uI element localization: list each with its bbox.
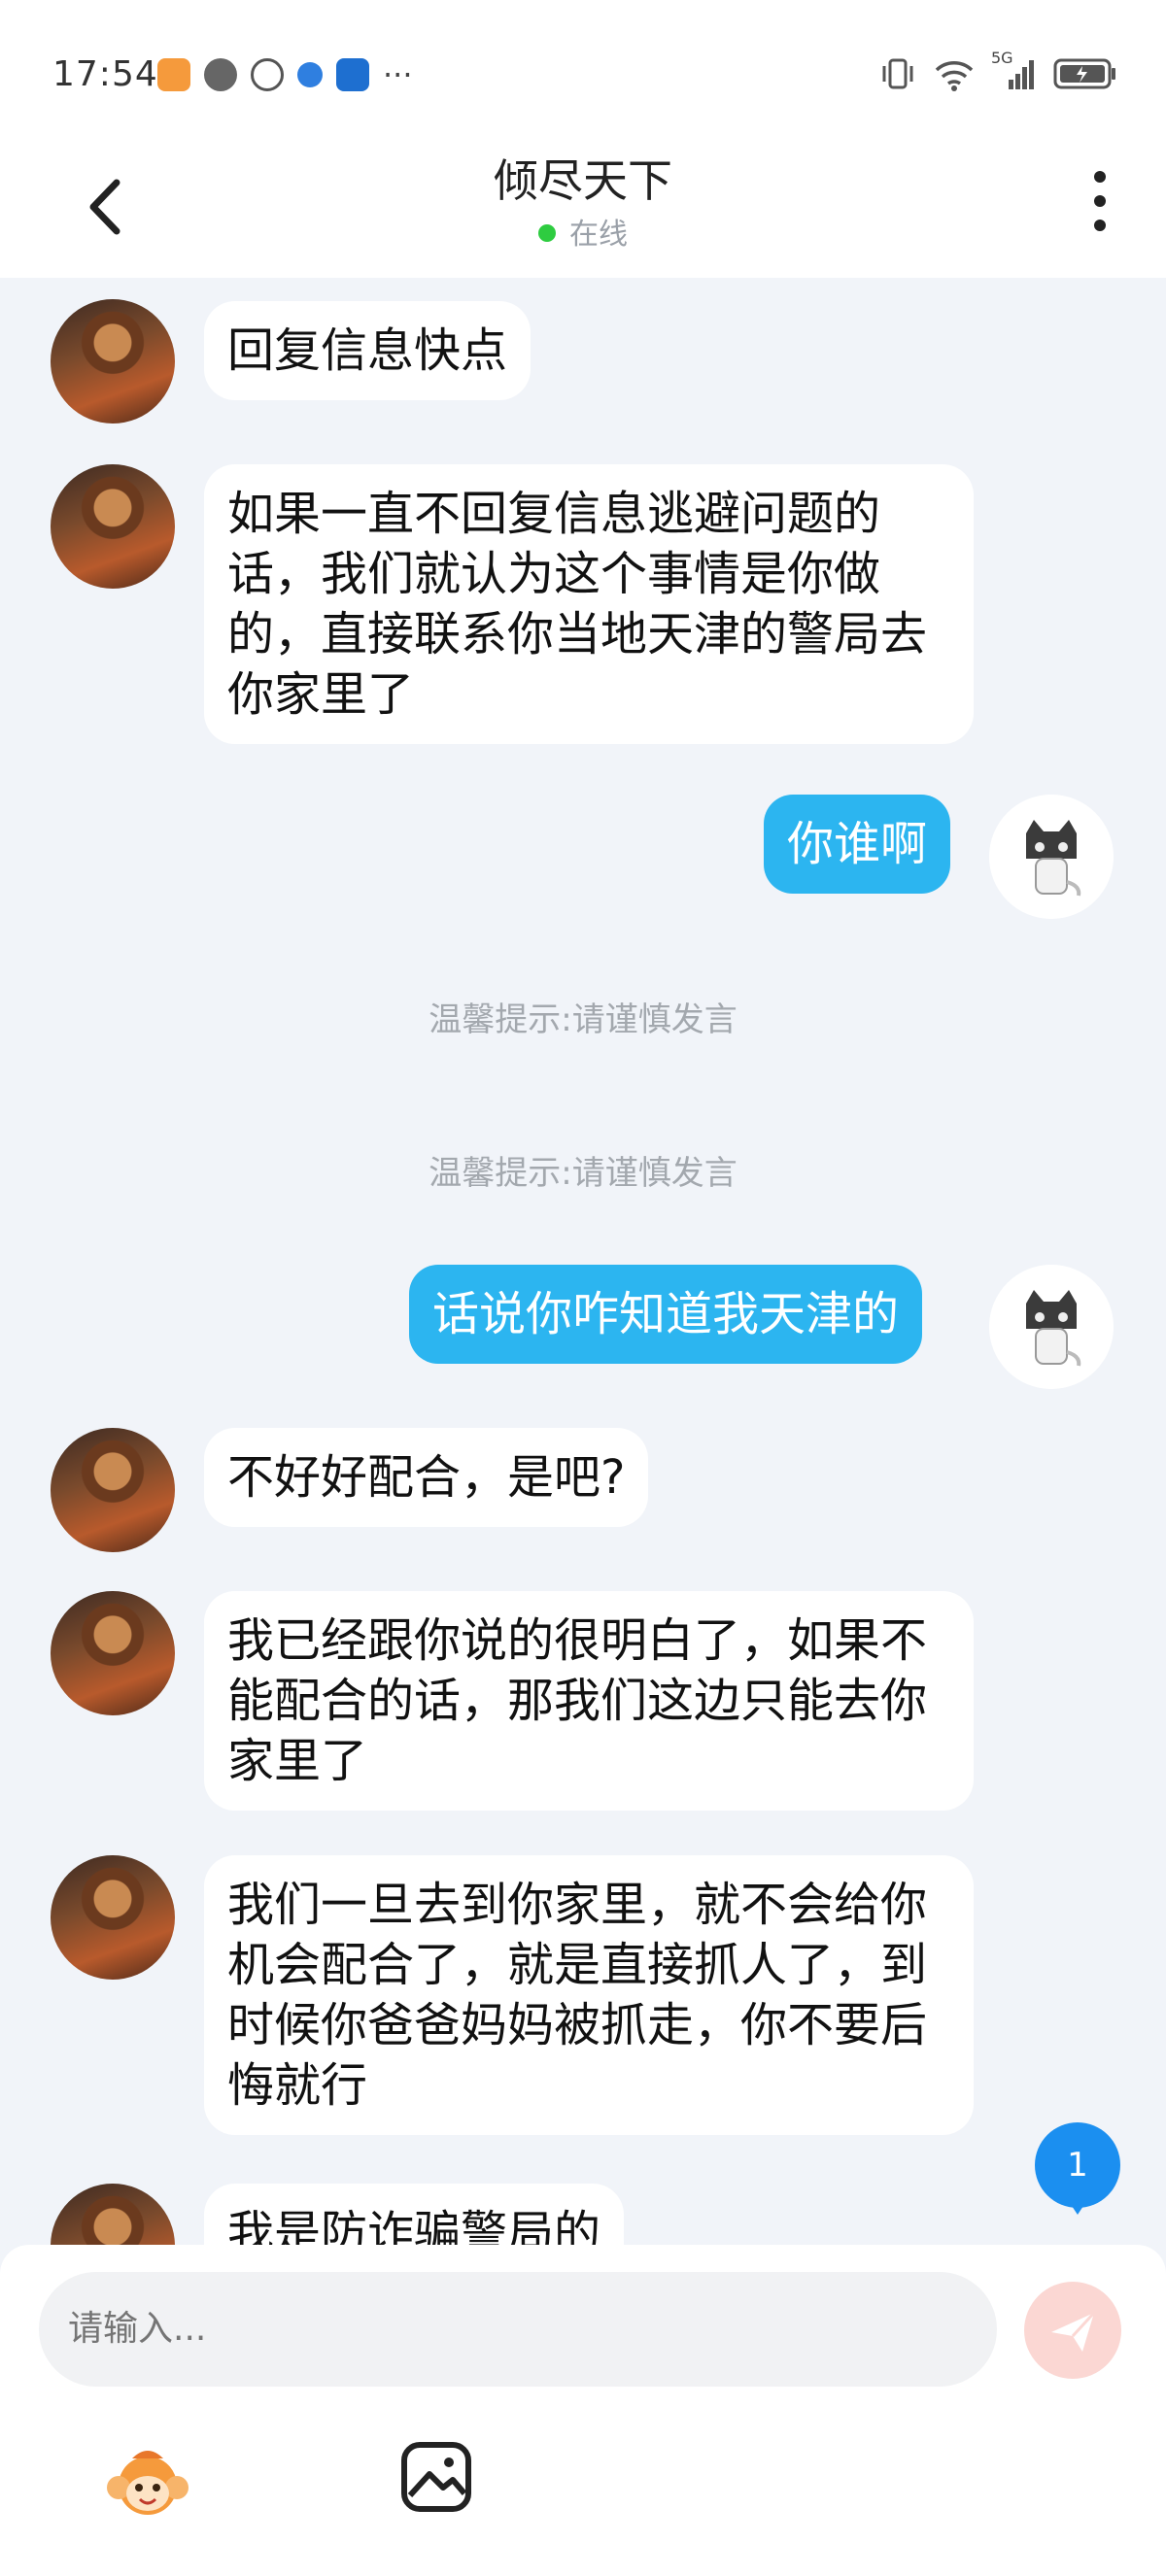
image-icon[interactable] bbox=[398, 2439, 474, 2515]
monkey-emoji-icon[interactable] bbox=[103, 2437, 192, 2526]
online-dot bbox=[538, 223, 556, 242]
unread-count-badge[interactable]: 1 bbox=[1035, 2122, 1120, 2208]
composer bbox=[0, 2245, 1166, 2576]
status-system-icons: 5G bbox=[878, 49, 1117, 93]
status-time: 17:54 bbox=[52, 54, 158, 94]
my-message-bubble[interactable]: 你谁啊 bbox=[764, 795, 951, 894]
vibrate-icon bbox=[882, 58, 913, 89]
more-notifications-icon: ··· bbox=[383, 56, 413, 93]
battery-icon bbox=[1053, 58, 1115, 89]
message-bubble[interactable]: 如果一直不回复信息逃避问题的话，我们就认为这个事情是你做的，直接联系你当地天津的… bbox=[204, 464, 974, 744]
wifi-icon bbox=[935, 61, 974, 91]
send-button[interactable] bbox=[1024, 2282, 1121, 2379]
my-avatar[interactable] bbox=[989, 795, 1114, 919]
contact-avatar[interactable] bbox=[51, 1591, 175, 1715]
contact-avatar[interactable] bbox=[51, 1428, 175, 1552]
message-bubble[interactable]: 我是防诈骗警局的 bbox=[204, 2184, 625, 2245]
hand-notification-icon bbox=[251, 58, 284, 91]
signal-icon bbox=[1009, 60, 1034, 89]
message-bubble[interactable]: 回复信息快点 bbox=[204, 301, 532, 400]
browser-notification-icon bbox=[297, 62, 323, 87]
status-notification-icons: ··· bbox=[157, 56, 413, 93]
chat-notification-icon bbox=[204, 58, 237, 91]
system-tip: 温馨提示:请谨慎发言 bbox=[429, 1154, 737, 1193]
send-icon bbox=[1051, 2311, 1096, 2352]
badge-tail bbox=[1066, 2197, 1089, 2215]
system-tip: 温馨提示:请谨慎发言 bbox=[429, 1000, 737, 1039]
signal-indicator: 5G bbox=[991, 49, 1038, 93]
more-vertical-icon[interactable] bbox=[1088, 171, 1112, 239]
my-avatar[interactable] bbox=[989, 1265, 1114, 1389]
blue-app-notification-icon bbox=[336, 58, 369, 91]
message-bubble[interactable]: 不好好配合，是吧? bbox=[204, 1428, 649, 1527]
message-list[interactable]: 回复信息快点 如果一直不回复信息逃避问题的话，我们就认为这个事情是你做的，直接联… bbox=[0, 278, 1166, 2245]
contact-avatar[interactable] bbox=[51, 464, 175, 589]
my-message-bubble[interactable]: 话说你咋知道我天津的 bbox=[409, 1265, 923, 1364]
online-status-label: 在线 bbox=[569, 218, 628, 252]
message-bubble[interactable]: 我们一旦去到你家里，就不会给你机会配合了，就是直接抓人了，到时候你爸爸妈妈被抓走… bbox=[204, 1855, 974, 2135]
contact-name: 倾尽天下 bbox=[494, 154, 672, 207]
online-status: 在线 bbox=[0, 210, 1166, 253]
app-notification-icon bbox=[157, 58, 190, 91]
status-bar: 17:54 ··· 5G bbox=[0, 0, 1166, 146]
contact-avatar[interactable] bbox=[51, 2184, 175, 2245]
cat-avatar-icon bbox=[989, 1265, 1114, 1389]
message-input[interactable] bbox=[39, 2272, 997, 2387]
message-bubble[interactable]: 我已经跟你说的很明白了，如果不能配合的话，那我们这边只能去你家里了 bbox=[204, 1591, 974, 1811]
contact-avatar[interactable] bbox=[51, 1855, 175, 1980]
contact-avatar[interactable] bbox=[51, 299, 175, 424]
cat-avatar-icon bbox=[989, 795, 1114, 919]
